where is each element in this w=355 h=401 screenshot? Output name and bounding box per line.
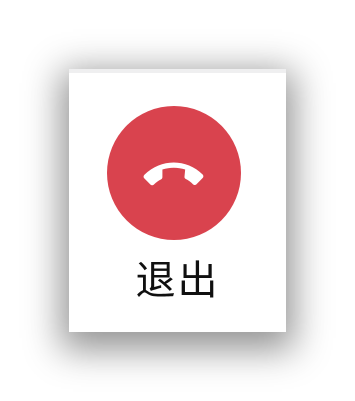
panel-top-divider bbox=[69, 69, 286, 73]
exit-label: 退出 bbox=[135, 258, 220, 304]
hangup-button[interactable] bbox=[107, 106, 241, 240]
exit-call-panel: 退出 bbox=[69, 69, 286, 332]
phone-hangup-icon bbox=[107, 106, 241, 240]
